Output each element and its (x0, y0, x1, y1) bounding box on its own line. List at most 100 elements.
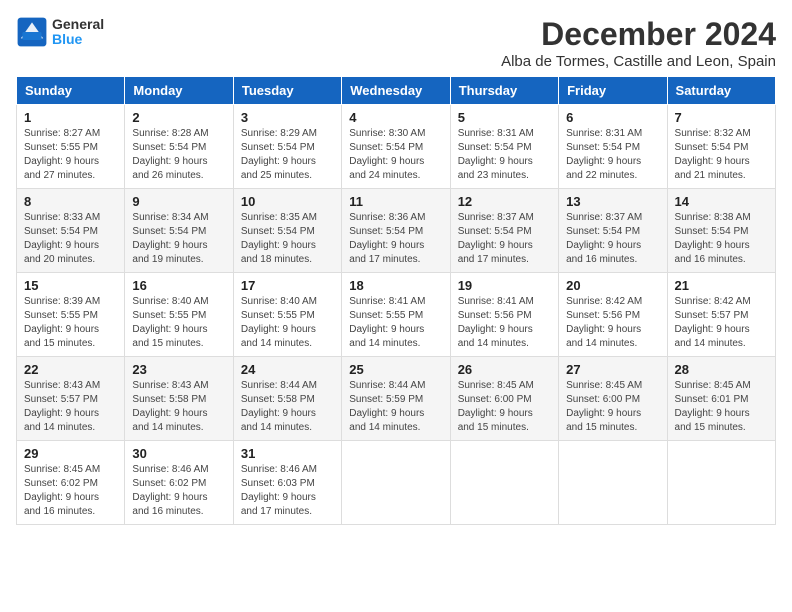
day-number: 18 (349, 278, 442, 293)
day-number: 13 (566, 194, 659, 209)
day-header-wednesday: Wednesday (342, 77, 450, 105)
day-number: 29 (24, 446, 117, 461)
calendar-cell: 21 Sunrise: 8:42 AMSunset: 5:57 PMDaylig… (667, 273, 775, 357)
day-info: Sunrise: 8:35 AMSunset: 5:54 PMDaylight:… (241, 211, 334, 267)
calendar-cell: 9 Sunrise: 8:34 AMSunset: 5:54 PMDayligh… (125, 189, 233, 273)
day-info: Sunrise: 8:37 AMSunset: 5:54 PMDaylight:… (566, 211, 659, 267)
day-number: 4 (349, 110, 442, 125)
day-info: Sunrise: 8:45 AMSunset: 6:02 PMDaylight:… (24, 463, 117, 519)
day-number: 9 (132, 194, 225, 209)
day-number: 17 (241, 278, 334, 293)
day-header-saturday: Saturday (667, 77, 775, 105)
calendar-cell: 16 Sunrise: 8:40 AMSunset: 5:55 PMDaylig… (125, 273, 233, 357)
calendar-cell: 15 Sunrise: 8:39 AMSunset: 5:55 PMDaylig… (17, 273, 125, 357)
day-header-friday: Friday (559, 77, 667, 105)
calendar-cell (342, 441, 450, 525)
calendar-cell: 29 Sunrise: 8:45 AMSunset: 6:02 PMDaylig… (17, 441, 125, 525)
day-number: 20 (566, 278, 659, 293)
calendar-table: SundayMondayTuesdayWednesdayThursdayFrid… (16, 76, 776, 525)
calendar-cell: 22 Sunrise: 8:43 AMSunset: 5:57 PMDaylig… (17, 357, 125, 441)
day-number: 11 (349, 194, 442, 209)
calendar-cell: 13 Sunrise: 8:37 AMSunset: 5:54 PMDaylig… (559, 189, 667, 273)
title-block: December 2024 Alba de Tormes, Castille a… (501, 16, 776, 70)
day-header-sunday: Sunday (17, 77, 125, 105)
day-number: 6 (566, 110, 659, 125)
calendar-cell: 8 Sunrise: 8:33 AMSunset: 5:54 PMDayligh… (17, 189, 125, 273)
day-info: Sunrise: 8:44 AMSunset: 5:59 PMDaylight:… (349, 379, 442, 435)
day-info: Sunrise: 8:40 AMSunset: 5:55 PMDaylight:… (241, 295, 334, 351)
calendar-cell (559, 441, 667, 525)
day-info: Sunrise: 8:46 AMSunset: 6:02 PMDaylight:… (132, 463, 225, 519)
day-info: Sunrise: 8:32 AMSunset: 5:54 PMDaylight:… (675, 127, 768, 183)
calendar-cell (667, 441, 775, 525)
calendar-cell: 25 Sunrise: 8:44 AMSunset: 5:59 PMDaylig… (342, 357, 450, 441)
calendar-week-row: 8 Sunrise: 8:33 AMSunset: 5:54 PMDayligh… (17, 189, 776, 273)
calendar-cell: 5 Sunrise: 8:31 AMSunset: 5:54 PMDayligh… (450, 105, 558, 189)
location-subtitle: Alba de Tormes, Castille and Leon, Spain (501, 53, 776, 70)
calendar-week-row: 15 Sunrise: 8:39 AMSunset: 5:55 PMDaylig… (17, 273, 776, 357)
day-number: 28 (675, 362, 768, 377)
day-number: 25 (349, 362, 442, 377)
calendar-cell: 4 Sunrise: 8:30 AMSunset: 5:54 PMDayligh… (342, 105, 450, 189)
day-number: 1 (24, 110, 117, 125)
day-number: 10 (241, 194, 334, 209)
day-info: Sunrise: 8:31 AMSunset: 5:54 PMDaylight:… (458, 127, 551, 183)
day-info: Sunrise: 8:43 AMSunset: 5:58 PMDaylight:… (132, 379, 225, 435)
calendar-cell: 18 Sunrise: 8:41 AMSunset: 5:55 PMDaylig… (342, 273, 450, 357)
day-number: 14 (675, 194, 768, 209)
day-number: 3 (241, 110, 334, 125)
day-number: 7 (675, 110, 768, 125)
page-header: General Blue December 2024 Alba de Torme… (16, 16, 776, 70)
day-info: Sunrise: 8:41 AMSunset: 5:56 PMDaylight:… (458, 295, 551, 351)
day-info: Sunrise: 8:45 AMSunset: 6:00 PMDaylight:… (458, 379, 551, 435)
day-info: Sunrise: 8:46 AMSunset: 6:03 PMDaylight:… (241, 463, 334, 519)
calendar-header-row: SundayMondayTuesdayWednesdayThursdayFrid… (17, 77, 776, 105)
calendar-cell: 26 Sunrise: 8:45 AMSunset: 6:00 PMDaylig… (450, 357, 558, 441)
day-info: Sunrise: 8:27 AMSunset: 5:55 PMDaylight:… (24, 127, 117, 183)
day-number: 5 (458, 110, 551, 125)
day-number: 27 (566, 362, 659, 377)
calendar-cell: 17 Sunrise: 8:40 AMSunset: 5:55 PMDaylig… (233, 273, 341, 357)
calendar-cell: 12 Sunrise: 8:37 AMSunset: 5:54 PMDaylig… (450, 189, 558, 273)
day-header-monday: Monday (125, 77, 233, 105)
day-number: 30 (132, 446, 225, 461)
day-info: Sunrise: 8:44 AMSunset: 5:58 PMDaylight:… (241, 379, 334, 435)
day-number: 16 (132, 278, 225, 293)
day-number: 19 (458, 278, 551, 293)
calendar-cell: 6 Sunrise: 8:31 AMSunset: 5:54 PMDayligh… (559, 105, 667, 189)
calendar-cell: 24 Sunrise: 8:44 AMSunset: 5:58 PMDaylig… (233, 357, 341, 441)
calendar-cell: 27 Sunrise: 8:45 AMSunset: 6:00 PMDaylig… (559, 357, 667, 441)
calendar-cell: 7 Sunrise: 8:32 AMSunset: 5:54 PMDayligh… (667, 105, 775, 189)
calendar-cell: 2 Sunrise: 8:28 AMSunset: 5:54 PMDayligh… (125, 105, 233, 189)
day-info: Sunrise: 8:29 AMSunset: 5:54 PMDaylight:… (241, 127, 334, 183)
calendar-week-row: 29 Sunrise: 8:45 AMSunset: 6:02 PMDaylig… (17, 441, 776, 525)
day-number: 31 (241, 446, 334, 461)
day-info: Sunrise: 8:28 AMSunset: 5:54 PMDaylight:… (132, 127, 225, 183)
calendar-cell: 3 Sunrise: 8:29 AMSunset: 5:54 PMDayligh… (233, 105, 341, 189)
day-number: 8 (24, 194, 117, 209)
day-number: 2 (132, 110, 225, 125)
day-info: Sunrise: 8:39 AMSunset: 5:55 PMDaylight:… (24, 295, 117, 351)
calendar-cell: 10 Sunrise: 8:35 AMSunset: 5:54 PMDaylig… (233, 189, 341, 273)
calendar-cell: 1 Sunrise: 8:27 AMSunset: 5:55 PMDayligh… (17, 105, 125, 189)
day-info: Sunrise: 8:38 AMSunset: 5:54 PMDaylight:… (675, 211, 768, 267)
calendar-cell: 31 Sunrise: 8:46 AMSunset: 6:03 PMDaylig… (233, 441, 341, 525)
calendar-cell: 28 Sunrise: 8:45 AMSunset: 6:01 PMDaylig… (667, 357, 775, 441)
calendar-week-row: 22 Sunrise: 8:43 AMSunset: 5:57 PMDaylig… (17, 357, 776, 441)
day-info: Sunrise: 8:41 AMSunset: 5:55 PMDaylight:… (349, 295, 442, 351)
logo-icon (16, 16, 48, 48)
day-header-tuesday: Tuesday (233, 77, 341, 105)
calendar-cell: 19 Sunrise: 8:41 AMSunset: 5:56 PMDaylig… (450, 273, 558, 357)
day-number: 26 (458, 362, 551, 377)
day-info: Sunrise: 8:45 AMSunset: 6:01 PMDaylight:… (675, 379, 768, 435)
day-number: 21 (675, 278, 768, 293)
day-info: Sunrise: 8:37 AMSunset: 5:54 PMDaylight:… (458, 211, 551, 267)
day-number: 24 (241, 362, 334, 377)
day-info: Sunrise: 8:40 AMSunset: 5:55 PMDaylight:… (132, 295, 225, 351)
calendar-cell: 11 Sunrise: 8:36 AMSunset: 5:54 PMDaylig… (342, 189, 450, 273)
day-number: 22 (24, 362, 117, 377)
day-header-thursday: Thursday (450, 77, 558, 105)
day-info: Sunrise: 8:45 AMSunset: 6:00 PMDaylight:… (566, 379, 659, 435)
calendar-week-row: 1 Sunrise: 8:27 AMSunset: 5:55 PMDayligh… (17, 105, 776, 189)
day-info: Sunrise: 8:42 AMSunset: 5:56 PMDaylight:… (566, 295, 659, 351)
